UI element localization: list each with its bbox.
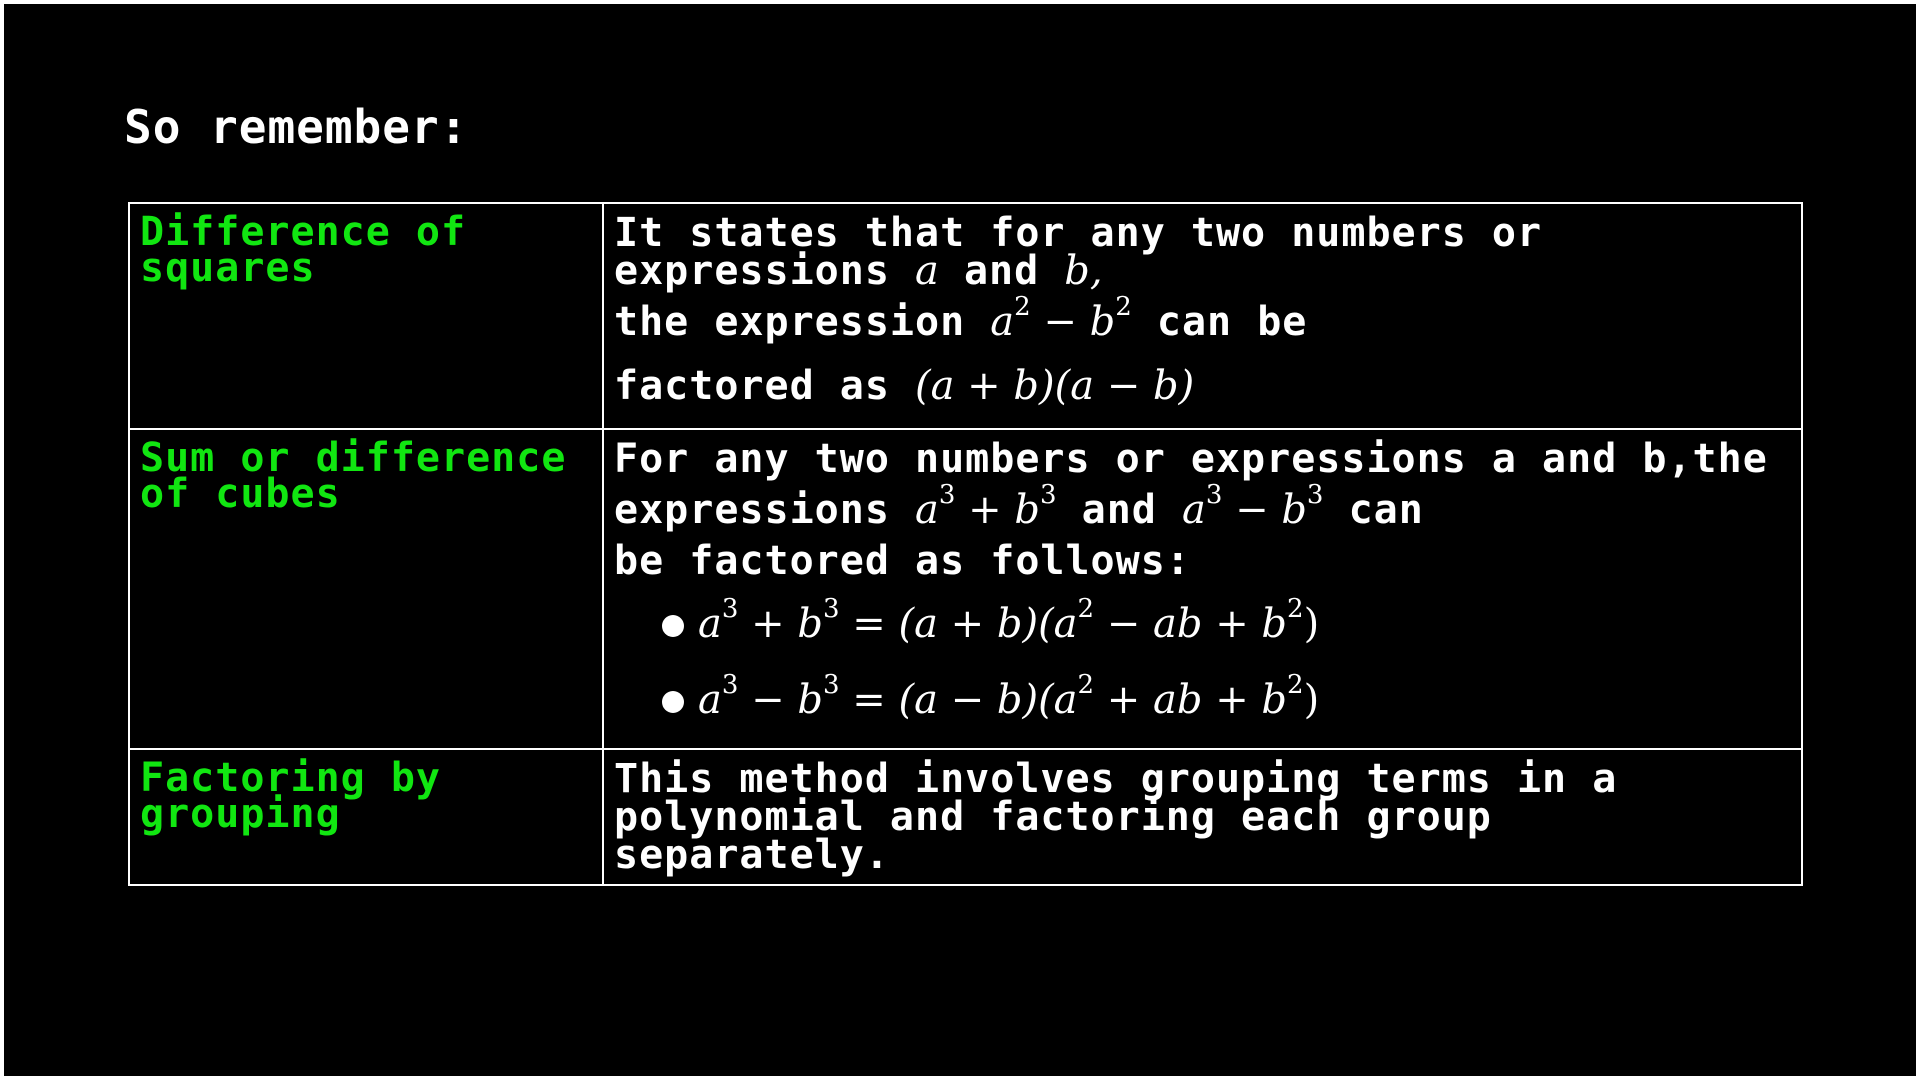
description-text: For any two numbers or expressions a and…: [614, 436, 1768, 482]
bullet-icon: [662, 691, 684, 713]
description-text: factored as: [614, 363, 890, 409]
description-cell: For any two numbers or expressions a and…: [602, 428, 1803, 750]
list-item: a3 + b3 = (a + b)(a2 − ab + b2): [662, 586, 1791, 662]
math-variable: b,: [1064, 248, 1103, 294]
math-line: expressions a3 + b3 and a3 − b3 can: [614, 478, 1791, 542]
description-text: can be: [1156, 299, 1308, 345]
factoring-summary-table: Difference of squares It states that for…: [128, 202, 1803, 886]
description-text: can: [1348, 487, 1424, 533]
math-expression: a2 − b2: [990, 292, 1132, 345]
formula-list: a3 + b3 = (a + b)(a2 − ab + b2) a3 − b3 …: [614, 586, 1791, 738]
table-row: Sum or difference of cubes For any two n…: [128, 428, 1803, 750]
term-cell: Difference of squares: [128, 202, 604, 430]
description-text: the expression: [614, 299, 966, 345]
description-text: and: [1081, 487, 1157, 533]
description-text: be factored as follows:: [614, 538, 1191, 584]
slide-heading: So remember:: [124, 100, 469, 154]
term-cell: Sum or difference of cubes: [128, 428, 604, 750]
description-cell: It states that for any two numbers or ex…: [602, 202, 1803, 430]
math-line: factored as (a + b)(a − b): [614, 354, 1791, 418]
formula-difference-of-cubes: a3 − b3 = (a − b)(a2 + ab + b2): [698, 670, 1320, 723]
description-cell: This method involves grouping terms in a…: [602, 748, 1803, 886]
table-row: Factoring by grouping This method involv…: [128, 748, 1803, 886]
description-text: and: [963, 248, 1040, 294]
list-item: a3 − b3 = (a − b)(a2 + ab + b2): [662, 662, 1791, 738]
table-row: Difference of squares It states that for…: [128, 202, 1803, 430]
math-expression: a3 − b3: [1181, 480, 1324, 533]
formula-sum-of-cubes: a3 + b3 = (a + b)(a2 − ab + b2): [698, 594, 1320, 647]
math-variable: a: [915, 248, 939, 294]
term-cell: Factoring by grouping: [128, 748, 604, 886]
factored-expression: (a + b)(a − b): [915, 363, 1195, 409]
slide: So remember: Difference of squares It st…: [4, 4, 1916, 1076]
bullet-icon: [662, 615, 684, 637]
math-line: the expression a2 − b2 can be: [614, 290, 1791, 354]
description-text: expressions: [614, 487, 890, 533]
math-expression: a3 + b3: [915, 480, 1057, 533]
